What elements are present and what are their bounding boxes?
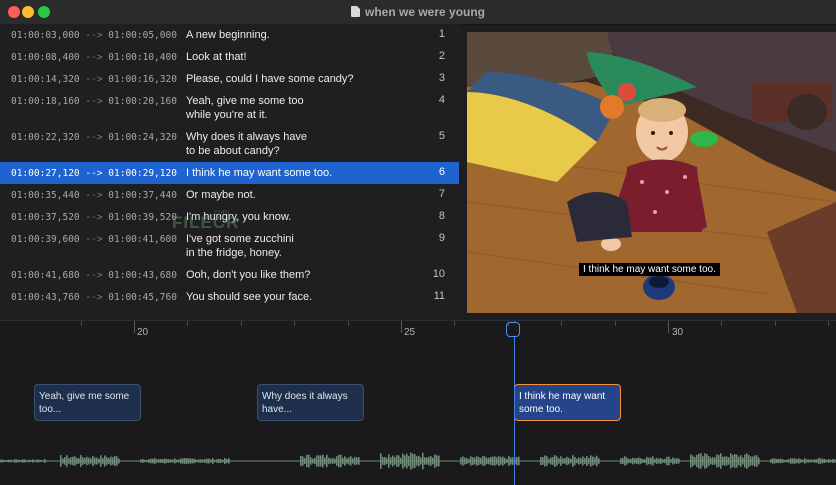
subtitle-row[interactable]: 01:00:03,000 --> 01:00:05,000 A new begin… [0,24,459,46]
ruler-major-tick [134,321,135,333]
ruler-minor-tick [187,321,188,326]
subtitle-list[interactable]: 01:00:03,000 --> 01:00:05,000 A new begin… [0,24,459,320]
ruler-minor-tick [615,321,616,326]
ruler-label: 20 [137,327,149,338]
subtitle-timecode: 01:00:08,400 --> 01:00:10,400 [11,52,177,63]
subtitle-text: Look at that! [186,51,247,63]
ruler-label: 30 [672,327,684,338]
subtitle-text: Ooh, don't you like them? [186,269,311,281]
subtitle-text: I've got some zucchini in the fridge, ho… [186,233,294,259]
timeline-clip[interactable]: Yeah, give me some too... [34,384,141,421]
subtitle-text: I think he may want some too. [186,167,333,179]
subtitle-timecode: 01:00:22,320 --> 01:00:24,320 [11,132,177,143]
subtitle-row[interactable]: 01:00:08,400 --> 01:00:10,400 Look at tha… [0,46,459,68]
subtitle-timecode: 01:00:43,760 --> 01:00:45,760 [11,292,177,303]
subtitle-row[interactable]: 01:00:43,760 --> 01:00:45,760 You should … [0,286,459,308]
ruler-minor-tick [508,321,509,326]
document-icon [350,6,360,17]
subtitle-timecode: 01:00:41,680 --> 01:00:43,680 [11,270,177,281]
subtitle-index: 5 [438,130,445,142]
subtitle-text: Please, could I have some candy? [186,73,354,85]
subtitle-row[interactable]: 01:00:22,320 --> 01:00:24,320 Why does it… [0,126,459,162]
ruler-minor-tick [775,321,776,326]
subtitle-index: 4 [438,94,445,106]
ruler-minor-tick [828,321,829,326]
ruler-major-tick [668,321,669,333]
subtitle-row[interactable]: 01:00:27,120 --> 01:00:29,120 I think he … [0,162,459,184]
subtitle-text: I'm hungry, you know. [186,211,292,223]
ruler-label: 25 [404,327,416,338]
subtitle-row[interactable]: 01:00:35,440 --> 01:00:37,440 Or maybe no… [0,184,459,206]
video-preview[interactable]: I think he may want some too. [467,32,836,313]
subtitle-index: 9 [438,232,445,244]
subtitle-index: 8 [438,210,445,222]
subtitle-index: 6 [438,166,445,178]
subtitle-index: 10 [432,268,445,280]
subtitle-text: Or maybe not. [186,189,256,201]
ruler-minor-tick [294,321,295,326]
ruler-minor-tick [81,321,82,326]
title-bar: when we were young [0,0,836,25]
ruler-minor-tick [241,321,242,326]
ruler-minor-tick [348,321,349,326]
ruler-minor-tick [721,321,722,326]
subtitle-timecode: 01:00:27,120 --> 01:00:29,120 [11,168,177,179]
subtitle-index: 11 [433,290,445,302]
ruler-minor-tick [454,321,455,326]
subtitle-row[interactable]: 01:00:14,320 --> 01:00:16,320 Please, cou… [0,68,459,90]
ruler-major-tick [401,321,402,333]
video-subtitle-overlay: I think he may want some too. [579,263,720,276]
subtitle-index: 1 [438,28,445,40]
subtitle-timecode: 01:00:18,160 --> 01:00:20,160 [11,96,177,107]
window-title: when we were young [0,5,836,19]
subtitle-index: 7 [438,188,445,200]
timeline[interactable]: Yeah, give me some too... Why does it alw… [0,320,836,485]
subtitle-timecode: 01:00:39,600 --> 01:00:41,600 [11,234,177,245]
subtitle-timecode: 01:00:35,440 --> 01:00:37,440 [11,190,177,201]
subtitle-text: A new beginning. [186,29,270,41]
subtitle-row[interactable]: 01:00:37,520 --> 01:00:39,520 I'm hungry,… [0,206,459,228]
audio-waveform [0,452,836,470]
subtitle-index: 2 [438,50,445,62]
window-title-text: when we were young [364,5,486,19]
subtitle-timecode: 01:00:14,320 --> 01:00:16,320 [11,74,177,85]
timeline-clip[interactable]: Why does it always have... [257,384,364,421]
subtitle-text: You should see your face. [186,291,313,303]
subtitle-row[interactable]: 01:00:18,160 --> 01:00:20,160 Yeah, give … [0,90,459,126]
subtitle-timecode: 01:00:03,000 --> 01:00:05,000 [11,30,177,41]
playhead-line [514,321,515,485]
ruler-minor-tick [561,321,562,326]
subtitle-timecode: 01:00:37,520 --> 01:00:39,520 [11,212,177,223]
subtitle-text: Yeah, give me some too while you're at i… [186,95,304,121]
subtitle-index: 3 [438,72,445,84]
timeline-clip-selected[interactable]: I think he may want some too. [514,384,621,421]
subtitle-row[interactable]: 01:00:39,600 --> 01:00:41,600 I've got so… [0,228,459,264]
subtitle-text: Why does it always have to be about cand… [186,131,308,157]
subtitle-row[interactable]: 01:00:41,680 --> 01:00:43,680 Ooh, don't … [0,264,459,286]
